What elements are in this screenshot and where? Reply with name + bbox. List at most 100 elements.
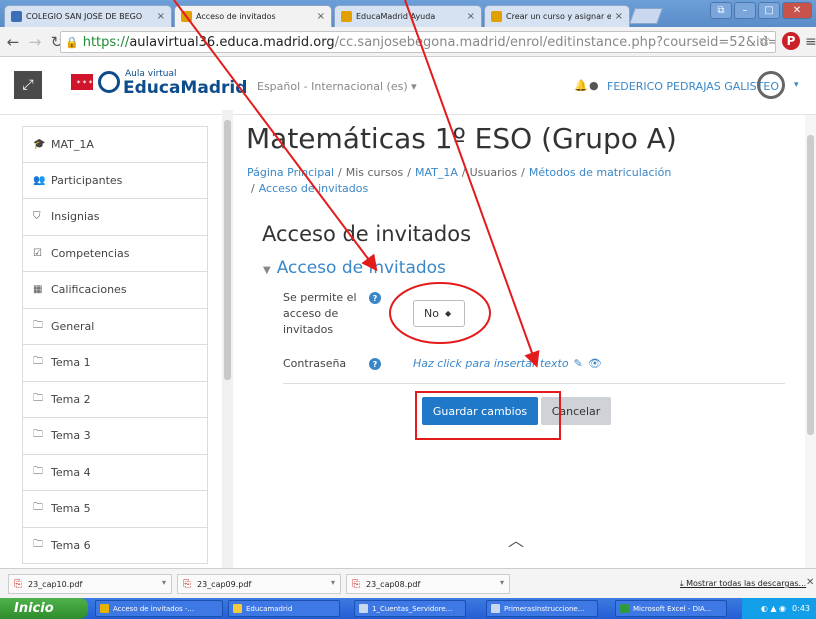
- tab-close-icon[interactable]: ×: [317, 11, 325, 22]
- back-icon[interactable]: ←: [4, 33, 22, 51]
- taskbar-item-word[interactable]: 1_Cuentas_Servidore...: [354, 600, 466, 617]
- help-icon[interactable]: ?: [369, 292, 381, 304]
- dropdown-arrow-icon[interactable]: ▾: [500, 578, 504, 587]
- fieldset-legend-label: Acceso de invitados: [276, 258, 446, 278]
- download-filename: 23_cap10.pdf: [28, 579, 83, 589]
- password-inplace-editable[interactable]: Haz click para insertar texto ✎ 👁: [413, 357, 602, 370]
- sidebar-item-badges[interactable]: ⛉ Insignias: [22, 199, 208, 236]
- url-input[interactable]: 🔒 https:// aulavirtual36.educa.madrid.or…: [60, 31, 776, 53]
- sidebar-item-label: Tema 1: [51, 356, 91, 370]
- user-menu-caret-icon[interactable]: ▾: [794, 80, 799, 90]
- taskbar-item-excel[interactable]: Microsoft Excel - DIA...: [615, 600, 727, 617]
- browser-tab[interactable]: EducaMadrid Ayuda ×: [334, 5, 482, 27]
- sidebar-item-tema-2[interactable]: 🗀 Tema 2: [22, 381, 208, 418]
- logo-title[interactable]: EducaMadrid: [123, 78, 247, 98]
- breadcrumb-course[interactable]: MAT_1A: [415, 166, 458, 179]
- bookmark-star-icon[interactable]: ☆: [758, 33, 771, 49]
- browser-tab[interactable]: COLEGIO SAN JOSÉ DE BEGO ×: [4, 5, 172, 27]
- sidebar-item-tema-1[interactable]: 🗀 Tema 1: [22, 345, 208, 382]
- pdf-icon: ⎘: [14, 578, 22, 590]
- sidebar-item-tema-3[interactable]: 🗀 Tema 3: [22, 418, 208, 455]
- sidebar-item-label: Tema 6: [51, 538, 91, 552]
- downloads-bar: ⎘ 23_cap10.pdf ▾ ⎘ 23_cap09.pdf ▾ ⎘ 23_cap08.…: [0, 568, 816, 598]
- browser-menu-icon[interactable]: ≡: [805, 34, 816, 50]
- back-to-top-chevron-icon[interactable]: ︿: [508, 527, 524, 551]
- user-avatar-icon[interactable]: [757, 71, 785, 99]
- school-favicon-icon: [11, 11, 22, 22]
- breadcrumb: Página Principal / Mis cursos / MAT_1A / Usuar…: [247, 166, 672, 195]
- sidebar-item-competencies[interactable]: ☑ Competencias: [22, 235, 208, 272]
- guest-access-select[interactable]: No ◆: [413, 300, 465, 327]
- dropdown-arrow-icon[interactable]: ▾: [331, 578, 335, 587]
- show-all-downloads-link[interactable]: ⤓ Mostrar todas las descargas...: [680, 579, 806, 589]
- label-line: acceso de: [283, 307, 339, 320]
- user-name[interactable]: FEDERICO PEDRAJAS GALISTEO: [607, 80, 779, 93]
- maximize-icon[interactable]: □: [758, 2, 780, 19]
- download-item[interactable]: ⎘ 23_cap09.pdf ▾: [177, 574, 341, 594]
- folder-icon: 🗀: [33, 392, 43, 404]
- sidebar-scrollbar[interactable]: [222, 110, 233, 568]
- close-window-icon[interactable]: ✕: [782, 2, 812, 19]
- breadcrumb-home[interactable]: Página Principal: [247, 166, 334, 179]
- eye-icon[interactable]: 👁: [588, 357, 602, 370]
- sidebar-item-grades[interactable]: ▦ Calificaciones: [22, 272, 208, 309]
- fieldset-legend[interactable]: ▼ Acceso de invitados: [263, 258, 446, 278]
- breadcrumb-guest-access[interactable]: Acceso de invitados: [259, 182, 369, 195]
- scrollbar-thumb[interactable]: [807, 135, 814, 435]
- page-scrollbar[interactable]: [805, 115, 816, 568]
- guest-access-label: Se permite el acceso de invitados: [283, 290, 357, 338]
- taskbar-item-chrome[interactable]: Acceso de invitados -...: [95, 600, 223, 617]
- help-icon[interactable]: ?: [369, 358, 381, 370]
- forward-icon[interactable]: →: [26, 33, 44, 51]
- tab-close-icon[interactable]: ×: [615, 11, 623, 22]
- educamadrid-favicon-icon: [341, 11, 352, 22]
- close-downloads-icon[interactable]: ✕: [806, 577, 814, 588]
- url-protocol: https://: [82, 34, 130, 50]
- educamadrid-favicon-icon: [491, 11, 502, 22]
- save-button[interactable]: Guardar cambios: [422, 397, 538, 425]
- url-path: /cc.sanjosebegona.madrid/enrol/editinsta…: [334, 34, 775, 50]
- sidebar-item-label: General: [51, 319, 95, 333]
- users-icon: 👥: [33, 174, 46, 186]
- expand-drawer-icon[interactable]: ⤢: [14, 71, 42, 99]
- browser-tab-active[interactable]: Acceso de invitados ×: [174, 5, 332, 27]
- password-placeholder: Haz click para insertar texto: [413, 357, 569, 370]
- collapse-caret-icon[interactable]: ▼: [263, 265, 271, 276]
- start-button[interactable]: Inicio: [0, 598, 88, 619]
- label-line: invitados: [283, 323, 334, 336]
- scrollbar-thumb[interactable]: [224, 120, 231, 380]
- tab-close-icon[interactable]: ×: [467, 11, 475, 22]
- sidebar-item-tema-4[interactable]: 🗀 Tema 4: [22, 454, 208, 491]
- new-tab-button[interactable]: [629, 8, 663, 24]
- language-menu[interactable]: Español - Internacional (es) ▾: [257, 80, 417, 93]
- taskbar-item-folder[interactable]: Educamadrid: [228, 600, 340, 617]
- sidebar-item-label: Tema 3: [51, 429, 91, 443]
- minimize-icon[interactable]: –: [734, 2, 756, 19]
- user-switch-icon[interactable]: ⧉: [710, 2, 732, 19]
- tab-close-icon[interactable]: ×: [157, 11, 165, 22]
- browser-tab[interactable]: Crear un curso y asignar el r ×: [484, 5, 630, 27]
- folder-icon: [233, 604, 242, 613]
- sidebar-item-tema-6[interactable]: 🗀 Tema 6: [22, 527, 208, 564]
- taskbar-item-word[interactable]: PrimerasInstruccione...: [486, 600, 598, 617]
- start-label: Inicio: [14, 601, 54, 616]
- messages-icon[interactable]: ●: [589, 79, 599, 92]
- breadcrumb-enrolment-methods[interactable]: Métodos de matriculación: [529, 166, 671, 179]
- download-item[interactable]: ⎘ 23_cap08.pdf ▾: [346, 574, 510, 594]
- show-all-label: Mostrar todas las descargas...: [686, 579, 807, 588]
- folder-icon: 🗀: [33, 429, 43, 441]
- folder-icon: 🗀: [33, 465, 43, 477]
- pinterest-icon[interactable]: P: [782, 32, 800, 50]
- download-item[interactable]: ⎘ 23_cap10.pdf ▾: [8, 574, 172, 594]
- sidebar-item-tema-5[interactable]: 🗀 Tema 5: [22, 491, 208, 528]
- dropdown-arrow-icon[interactable]: ▾: [162, 578, 166, 587]
- tray-icons[interactable]: ◐ ▲ ◉: [761, 604, 786, 613]
- folder-icon: 🗀: [33, 319, 43, 331]
- notifications-bell-icon[interactable]: 🔔: [574, 79, 588, 92]
- url-host: aulavirtual36.educa.madrid.org: [129, 34, 335, 50]
- sidebar-item-participants[interactable]: 👥 Participantes: [22, 162, 208, 199]
- sidebar-item-course[interactable]: 🎓 MAT_1A: [22, 126, 208, 163]
- cancel-button[interactable]: Cancelar: [541, 397, 611, 425]
- sidebar-item-general[interactable]: 🗀 General: [22, 308, 208, 345]
- pencil-icon[interactable]: ✎: [574, 357, 583, 370]
